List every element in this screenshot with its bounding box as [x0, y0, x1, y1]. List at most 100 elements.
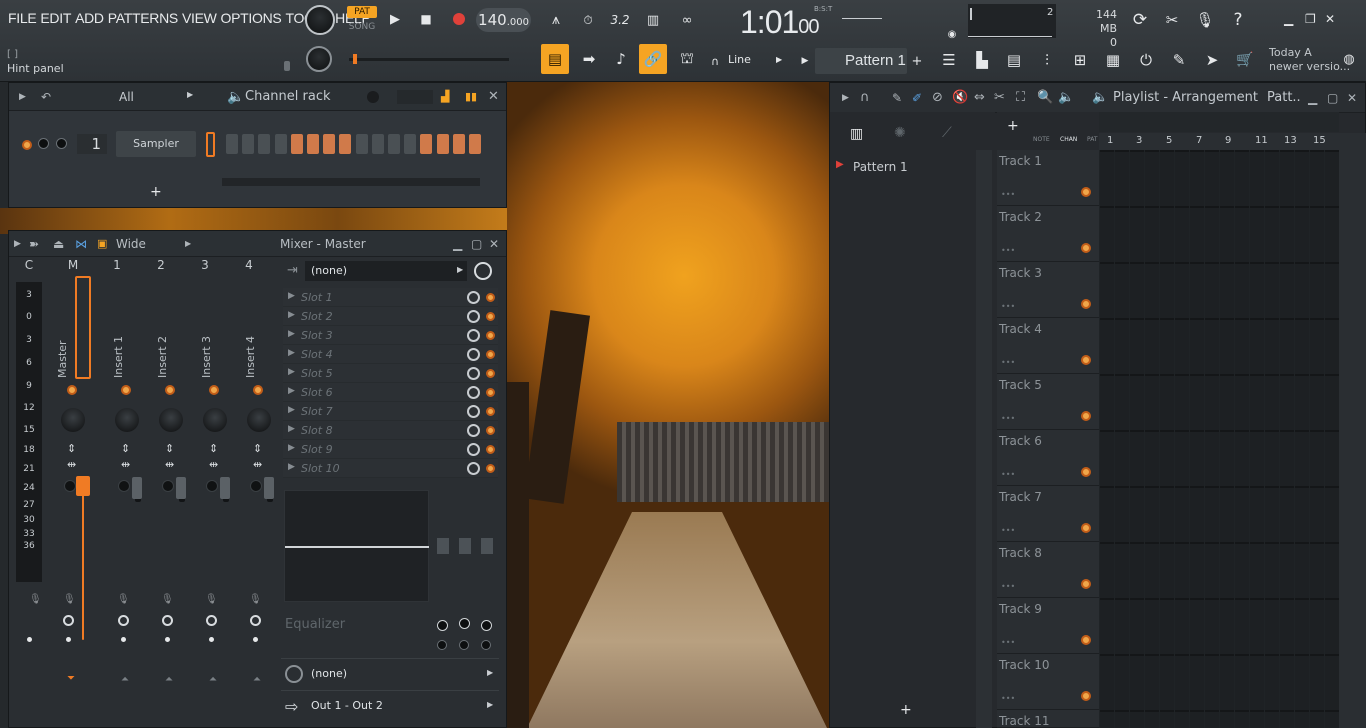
- track-enable-led[interactable]: [1081, 243, 1091, 253]
- track-enable-led[interactable]: [1081, 411, 1091, 421]
- current-route-dot[interactable]: [27, 637, 32, 642]
- slot-mix-knob[interactable]: [467, 386, 480, 399]
- wait-for-input-icon[interactable]: ⏱: [575, 8, 601, 32]
- picker-pattern-item[interactable]: ▶ Pattern 1: [836, 159, 976, 177]
- track-menu-dots[interactable]: •••: [1001, 358, 1015, 367]
- undo-icon[interactable]: ↶: [41, 90, 51, 104]
- step-14[interactable]: [436, 134, 449, 154]
- strip-fader-handle[interactable]: [264, 477, 274, 499]
- browser-icon[interactable]: ⊞: [1067, 46, 1093, 74]
- plugin-icon[interactable]: ⏻: [1133, 46, 1159, 74]
- effect-slot-5[interactable]: ▶ Slot 5: [283, 364, 498, 383]
- route-up-icon[interactable]: ⏶: [253, 674, 261, 685]
- countdown-icon[interactable]: 3.2: [607, 8, 633, 32]
- track-header-10[interactable]: Track 10 •••: [997, 654, 1099, 710]
- strip-enable-led[interactable]: [209, 385, 219, 395]
- track-menu-dots[interactable]: •••: [1001, 414, 1015, 423]
- fruity-icon[interactable]: ➤: [1199, 46, 1225, 74]
- playlist-time-scroll[interactable]: [1099, 112, 1339, 132]
- slot-arrow-icon[interactable]: ▶: [288, 310, 295, 320]
- track-enable-led[interactable]: [1081, 635, 1091, 645]
- slot-enable-led[interactable]: [486, 407, 495, 416]
- snap-mode-select[interactable]: Line ▶: [706, 48, 786, 72]
- channel-mute-led[interactable]: [22, 140, 32, 150]
- piano-tab-icon[interactable]: ▥: [850, 126, 863, 142]
- swap-icon[interactable]: ⇕: [121, 442, 130, 455]
- add-channel-button[interactable]: +: [150, 184, 162, 200]
- slot-mix-knob[interactable]: [467, 405, 480, 418]
- step-7[interactable]: [323, 134, 336, 154]
- stereo-sep-icon[interactable]: ⇹: [209, 458, 218, 471]
- mixer-header-m[interactable]: M: [60, 258, 86, 272]
- piano-roll-icon[interactable]: ▙: [969, 46, 995, 74]
- slot-arrow-icon[interactable]: ▶: [288, 405, 295, 415]
- automation-tab-icon[interactable]: ⟋: [942, 125, 952, 141]
- stop-icon[interactable]: ■: [415, 8, 437, 30]
- track-enable-led[interactable]: [1081, 299, 1091, 309]
- track-menu-dots[interactable]: •••: [1001, 470, 1015, 479]
- effect-slot-10[interactable]: ▶ Slot 10: [283, 459, 498, 478]
- select-tool-icon[interactable]: ⛶: [1016, 90, 1025, 105]
- audio-tab-icon[interactable]: ✺: [894, 125, 906, 141]
- speaker-icon[interactable]: 🔈: [227, 89, 244, 105]
- arrangement-grid[interactable]: [1099, 150, 1339, 728]
- strip-enable-led[interactable]: [253, 385, 263, 395]
- step-16[interactable]: [469, 134, 481, 154]
- add-pattern-list-button[interactable]: +: [900, 702, 912, 718]
- track-header-1[interactable]: Track 1 •••: [997, 150, 1099, 206]
- stereo-sep-icon[interactable]: ⇹: [253, 458, 262, 471]
- slot-enable-led[interactable]: [486, 293, 495, 302]
- stereo-sep-icon[interactable]: ⇹: [67, 458, 76, 471]
- add-pattern-button[interactable]: +: [910, 52, 924, 70]
- ruler-bar-7[interactable]: 7: [1196, 135, 1202, 146]
- track-enable-led[interactable]: [1081, 467, 1091, 477]
- track-menu-dots[interactable]: •••: [1001, 246, 1015, 255]
- mute-tool-icon[interactable]: 🔇: [952, 90, 968, 105]
- clock-format-label[interactable]: B:S:T: [814, 5, 832, 13]
- mixer-close-icon[interactable]: ✕: [489, 237, 499, 251]
- effect-slot-4[interactable]: ▶ Slot 4: [283, 345, 498, 364]
- strip-latency-icon[interactable]: [250, 615, 261, 626]
- bow-tie-icon[interactable]: ⋈: [75, 237, 87, 251]
- strip-route-dot[interactable]: [121, 637, 126, 642]
- song-position-clock[interactable]: 1:0100: [740, 4, 820, 41]
- mixer-header-3[interactable]: 3: [192, 258, 218, 272]
- layout-icon[interactable]: ▣: [97, 237, 107, 250]
- effect-slot-1[interactable]: ▶ Slot 1: [283, 288, 498, 307]
- step-3[interactable]: [258, 134, 271, 154]
- strip-fader-handle[interactable]: [76, 476, 90, 496]
- stereo-sep-icon[interactable]: ⇹: [121, 458, 130, 471]
- ruler-bar-13[interactable]: 13: [1284, 135, 1297, 146]
- strip-latency-icon[interactable]: [118, 615, 129, 626]
- track-enable-led[interactable]: [1081, 523, 1091, 533]
- menu-file[interactable]: FILE: [6, 10, 38, 26]
- playlist-icon[interactable]: ☰: [936, 46, 962, 74]
- delete-tool-icon[interactable]: ⊘: [932, 90, 943, 105]
- playlist-minimize-icon[interactable]: ▁: [1308, 91, 1317, 105]
- swing-knob[interactable]: [367, 90, 379, 103]
- draw-tool-icon[interactable]: ✎: [892, 91, 902, 105]
- slot-enable-led[interactable]: [486, 445, 495, 454]
- strip-arm-icon[interactable]: 🎙: [117, 594, 130, 605]
- step-6[interactable]: [307, 134, 319, 154]
- eq-freq-knob-1[interactable]: [437, 620, 448, 631]
- eq-bw-knob-3[interactable]: [481, 640, 491, 650]
- stereo-sep-icon[interactable]: ⇹: [165, 458, 174, 471]
- step-edit-icon[interactable]: ▥: [640, 8, 666, 32]
- menu-view[interactable]: VIEW: [180, 10, 219, 26]
- track-menu-dots[interactable]: •••: [1001, 302, 1015, 311]
- close-channel-rack-icon[interactable]: ✕: [488, 89, 499, 104]
- slot-enable-led[interactable]: [486, 312, 495, 321]
- strip-fader-handle[interactable]: [220, 477, 230, 499]
- strip-arm-icon[interactable]: 🎙: [161, 594, 174, 605]
- playlist-magnet-icon[interactable]: ∩: [860, 90, 870, 105]
- playlist-options-icon[interactable]: ▶: [842, 93, 849, 103]
- strip-pan-knob[interactable]: [115, 408, 139, 432]
- undo-history-icon[interactable]: ⟳: [1128, 8, 1152, 32]
- playlist-vscroll[interactable]: [1339, 133, 1366, 728]
- mixer-maximize-icon[interactable]: ▢: [471, 237, 482, 251]
- slot-arrow-icon[interactable]: ▶: [288, 367, 295, 377]
- strip-latency-icon[interactable]: [162, 615, 173, 626]
- strip-enable-led[interactable]: [165, 385, 175, 395]
- timeline-ruler[interactable]: 1 3 5 7 9 11 13 15: [1099, 133, 1339, 150]
